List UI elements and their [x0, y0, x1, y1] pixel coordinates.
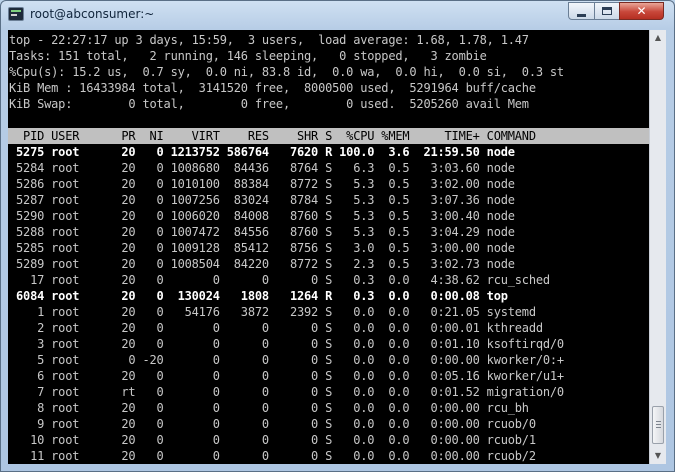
process-row: 5289 root 20 0 1008504 84220 8772 S 2.3 …: [9, 257, 515, 271]
summary-cpu-line: %Cpu(s): 15.2 us, 0.7 sy, 0.0 ni, 83.8 i…: [9, 65, 564, 79]
summary-swap-line: KiB Swap: 0 total, 0 free, 0 used. 52052…: [9, 97, 529, 111]
grip-line: [656, 424, 661, 425]
process-table-header: PID USER PR NI VIRT RES SHR S %CPU %MEM …: [8, 128, 649, 144]
process-row: 11 root 20 0 0 0 0 S 0.0 0.0 0:00.00 rcu…: [9, 449, 536, 463]
title-bar[interactable]: root@abconsumer:~ ✕: [1, 1, 674, 29]
minimize-icon: [577, 14, 586, 17]
process-row: 7 root rt 0 0 0 0 S 0.0 0.0 0:01.52 migr…: [9, 385, 564, 399]
scroll-down-arrow-icon[interactable]: ▼: [650, 448, 666, 464]
process-row: 5 root 0 -20 0 0 0 S 0.0 0.0 0:00.00 kwo…: [9, 353, 564, 367]
maximize-icon: [602, 7, 612, 15]
putty-window: root@abconsumer:~ ✕ top - 22:27:17 up 3 …: [0, 0, 675, 472]
grip-line: [656, 421, 661, 422]
process-row: 17 root 20 0 0 0 0 S 0.3 0.0 4:38.62 rcu…: [9, 273, 550, 287]
close-icon: ✕: [636, 4, 647, 18]
window-title: root@abconsumer:~: [30, 7, 155, 21]
process-row: 3 root 20 0 0 0 0 S 0.0 0.0 0:01.10 ksof…: [9, 337, 564, 351]
summary-uptime-line: top - 22:27:17 up 3 days, 15:59, 3 users…: [9, 33, 529, 47]
maximize-button[interactable]: [594, 2, 620, 20]
minimize-button[interactable]: [568, 2, 595, 20]
process-row: 1 root 20 0 54176 3872 2392 S 0.0 0.0 0:…: [9, 305, 536, 319]
process-row: 5287 root 20 0 1007256 83024 8784 S 5.3 …: [9, 193, 515, 207]
close-button[interactable]: ✕: [619, 2, 664, 20]
scroll-thumb[interactable]: [652, 406, 664, 444]
vertical-scrollbar[interactable]: ▲ ▼: [649, 30, 666, 464]
scroll-up-arrow-icon[interactable]: ▲: [650, 30, 666, 46]
process-row: 5275 root 20 0 1213752 586764 7620 R 100…: [9, 145, 515, 159]
process-row: 5290 root 20 0 1006020 84008 8760 S 5.3 …: [9, 209, 515, 223]
process-row: 9 root 20 0 0 0 0 S 0.0 0.0 0:00.00 rcuo…: [9, 417, 536, 431]
terminal-area[interactable]: top - 22:27:17 up 3 days, 15:59, 3 users…: [8, 30, 649, 464]
process-row: 5288 root 20 0 1007472 84556 8760 S 5.3 …: [9, 225, 515, 239]
terminal-app-icon[interactable]: [8, 7, 24, 21]
process-row: 10 root 20 0 0 0 0 S 0.0 0.0 0:00.00 rcu…: [9, 433, 536, 447]
summary-tasks-line: Tasks: 151 total, 2 running, 146 sleepin…: [9, 49, 487, 63]
process-row: 5285 root 20 0 1009128 85412 8756 S 3.0 …: [9, 241, 515, 255]
process-row: 2 root 20 0 0 0 0 S 0.0 0.0 0:00.01 kthr…: [9, 321, 543, 335]
grip-line: [656, 427, 661, 428]
process-row: 8 root 20 0 0 0 0 S 0.0 0.0 0:00.00 rcu_…: [9, 401, 529, 415]
process-row: 6 root 20 0 0 0 0 S 0.0 0.0 0:05.16 kwor…: [9, 369, 564, 383]
process-row: 5286 root 20 0 1010100 88384 8772 S 5.3 …: [9, 177, 515, 191]
summary-mem-line: KiB Mem : 16433984 total, 3141520 free, …: [9, 81, 536, 95]
process-row: 5284 root 20 0 1008680 84436 8764 S 6.3 …: [9, 161, 515, 175]
process-row: 6084 root 20 0 130024 1808 1264 R 0.3 0.…: [9, 289, 508, 303]
